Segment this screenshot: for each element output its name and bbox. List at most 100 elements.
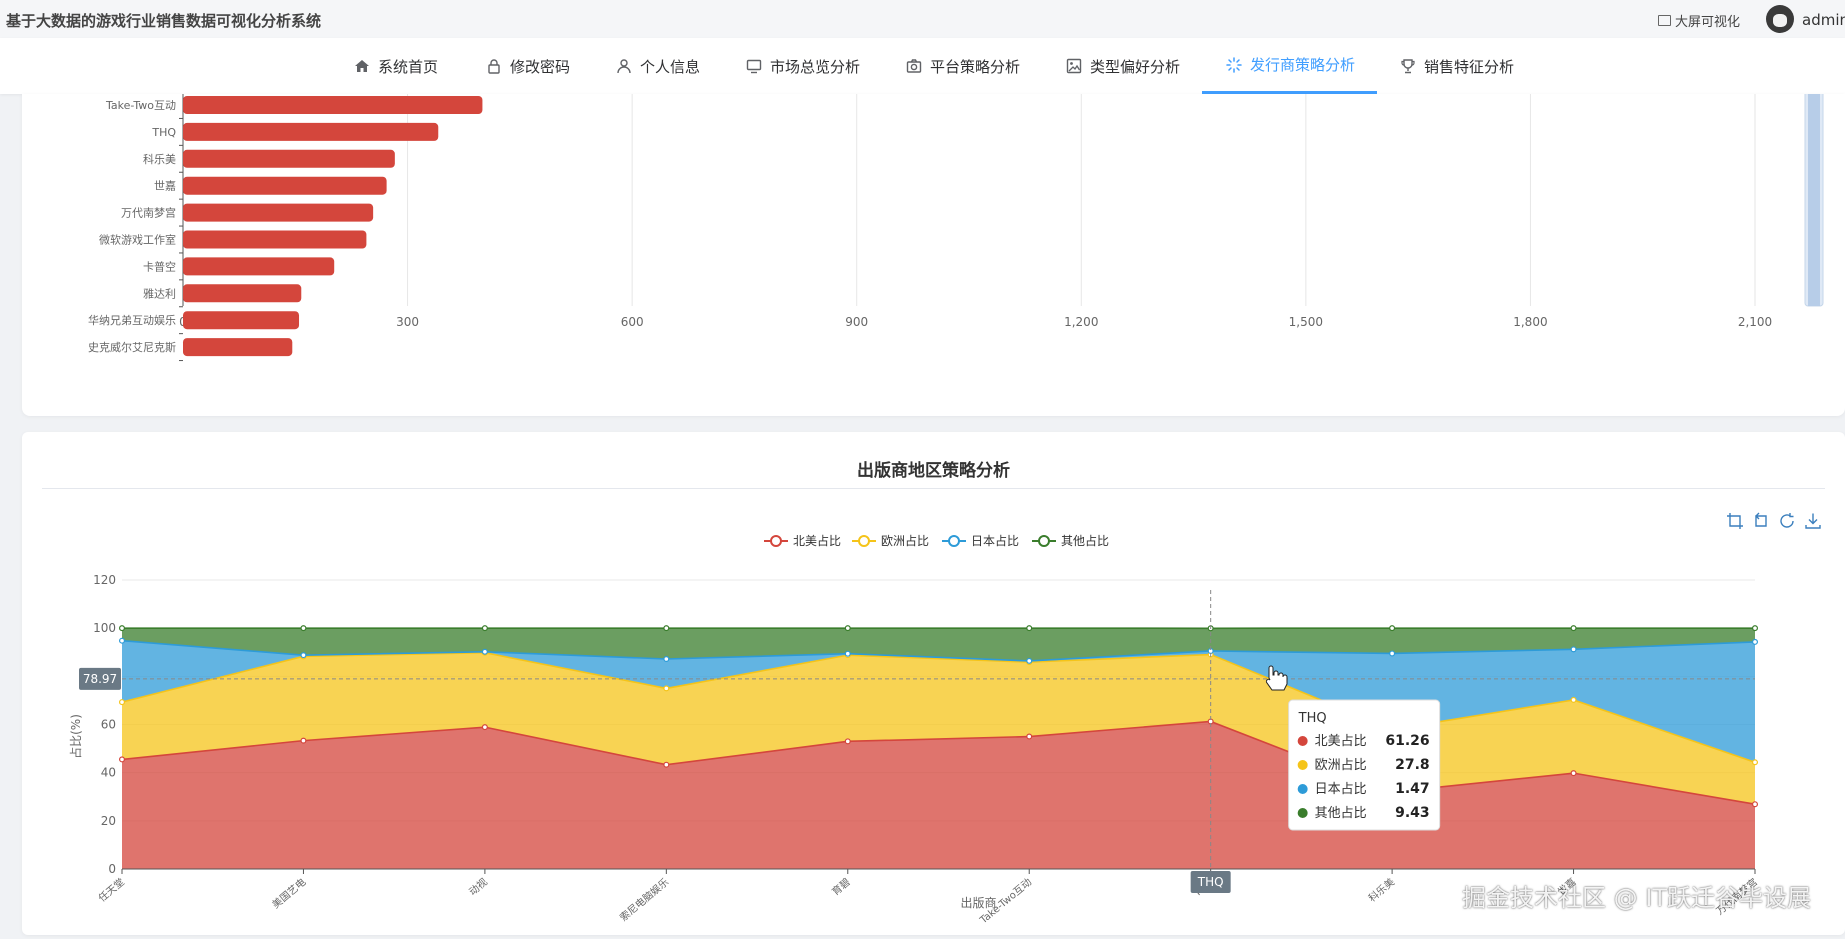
data-point (120, 626, 125, 631)
tooltip-marker (1298, 736, 1308, 746)
y-tick-label: 万代南梦宫 (121, 206, 176, 220)
data-point (1753, 760, 1758, 765)
nav-label: 个人信息 (640, 56, 700, 77)
chart-toolbox (1726, 512, 1822, 530)
y-tick-label: 雅达利 (143, 286, 176, 300)
bigscreen-link[interactable]: 大屏可视化 (1658, 11, 1740, 30)
tooltip-value: 9.43 (1395, 805, 1430, 821)
bar (183, 311, 299, 329)
legend-item[interactable]: 其他占比 (1032, 533, 1109, 548)
x-axis-title: 出版商 (960, 895, 996, 910)
legend-item[interactable]: 欧洲占比 (852, 533, 929, 548)
legend-marker (771, 536, 781, 546)
bar (183, 204, 373, 222)
loading-icon (1226, 57, 1242, 73)
tooltip-marker (1298, 808, 1308, 818)
data-point (120, 757, 125, 762)
x-tick-label: 900 (845, 315, 868, 329)
data-point (664, 762, 669, 767)
nav-publisher-strategy[interactable]: 发行商策略分析 (1202, 38, 1377, 94)
x-tick-label: 万代南梦宫 (1713, 875, 1760, 917)
data-point (1027, 626, 1032, 631)
data-point (1753, 626, 1758, 631)
nav-home[interactable]: 系统首页 (354, 38, 438, 94)
legend-marker (949, 536, 959, 546)
x-tick-label: 世嘉 (1555, 875, 1579, 898)
user-name[interactable]: admin (1802, 11, 1845, 29)
title-divider (42, 488, 1825, 489)
nav-label: 市场总览分析 (770, 56, 860, 77)
data-point (1390, 626, 1395, 631)
bar (183, 150, 395, 168)
y-tick-label: 0 (108, 862, 116, 876)
user-icon (616, 58, 632, 74)
lock-icon (486, 58, 502, 74)
x-tick-label: 索尼电脑娱乐 (617, 875, 671, 924)
x-tick-label: 1,800 (1513, 315, 1547, 329)
trophy-icon (1400, 58, 1416, 74)
nav-label: 销售特征分析 (1424, 56, 1514, 77)
y-tick-label: 20 (101, 814, 116, 828)
bigscreen-label: 大屏可视化 (1675, 11, 1740, 30)
x-tick-label: 1,500 (1289, 315, 1323, 329)
bar (183, 231, 366, 249)
avatar[interactable] (1766, 5, 1794, 33)
x-tick-label: 600 (621, 315, 644, 329)
tooltip-label: 其他占比 (1315, 806, 1367, 821)
legend-item[interactable]: 日本占比 (942, 533, 1019, 548)
data-point (301, 626, 306, 631)
legend-item[interactable]: 北美占比 (764, 533, 841, 548)
y-tick-label: 卡普空 (143, 259, 176, 273)
x-tick-label: 动视 (466, 875, 490, 898)
nav-genre-preference[interactable]: 类型偏好分析 (1066, 38, 1180, 94)
app-title: 基于大数据的游戏行业销售数据可视化分析系统 (6, 10, 321, 31)
y-tick-label: 60 (101, 718, 116, 732)
home-icon (354, 58, 370, 74)
tooltip-marker (1298, 760, 1308, 770)
nav-profile[interactable]: 个人信息 (616, 38, 700, 94)
y-tick-label: 120 (93, 573, 116, 587)
download-icon[interactable] (1804, 512, 1822, 530)
nav-label: 发行商策略分析 (1250, 54, 1355, 75)
data-point (301, 653, 306, 658)
y-tick-label: 微软游戏工作室 (99, 233, 176, 247)
data-point (482, 626, 487, 631)
bar (183, 123, 438, 141)
region-strategy-card: 出版商地区策略分析 北美占比欧洲占比日本占比其他占比02040608010012… (22, 432, 1845, 935)
legend-label: 欧洲占比 (881, 533, 929, 548)
tooltip-marker (1298, 784, 1308, 794)
y-tick-label: 华纳兄弟互动娱乐 (88, 313, 176, 327)
zoom-icon[interactable] (1726, 512, 1744, 530)
nav-change-password[interactable]: 修改密码 (486, 38, 570, 94)
crosshair-y-label: 78.97 (83, 672, 117, 686)
monitor-icon (746, 58, 762, 74)
data-point (845, 626, 850, 631)
y-tick-label: THQ (151, 126, 176, 139)
legend-label: 其他占比 (1061, 533, 1109, 548)
legend-label: 日本占比 (971, 533, 1019, 548)
bar (183, 338, 292, 356)
x-tick-label: 科乐美 (1366, 875, 1397, 904)
data-point (1753, 802, 1758, 807)
data-point (1390, 651, 1395, 656)
x-tick-label: 美国艺电 (269, 875, 308, 911)
data-point (1571, 626, 1576, 631)
nav-sales-feature[interactable]: 销售特征分析 (1400, 38, 1514, 94)
y-tick-label: Take-Two互动 (105, 99, 176, 112)
restore-icon[interactable] (1778, 512, 1796, 530)
zoom-reset-icon[interactable] (1752, 512, 1770, 530)
tooltip-value: 1.47 (1395, 781, 1430, 797)
data-point (301, 738, 306, 743)
data-point (664, 657, 669, 662)
nav-label: 类型偏好分析 (1090, 56, 1180, 77)
x-tick-label: 300 (396, 315, 419, 329)
data-point (1571, 647, 1576, 652)
legend-label: 北美占比 (793, 533, 841, 548)
tooltip-value: 61.26 (1385, 733, 1429, 749)
nav-market-overview[interactable]: 市场总览分析 (746, 38, 860, 94)
nav-label: 系统首页 (378, 56, 438, 77)
data-point (1027, 734, 1032, 739)
nav-platform-strategy[interactable]: 平台策略分析 (906, 38, 1020, 94)
tooltip-label: 欧洲占比 (1315, 758, 1367, 773)
chart-title: 出版商地区策略分析 (22, 456, 1845, 481)
